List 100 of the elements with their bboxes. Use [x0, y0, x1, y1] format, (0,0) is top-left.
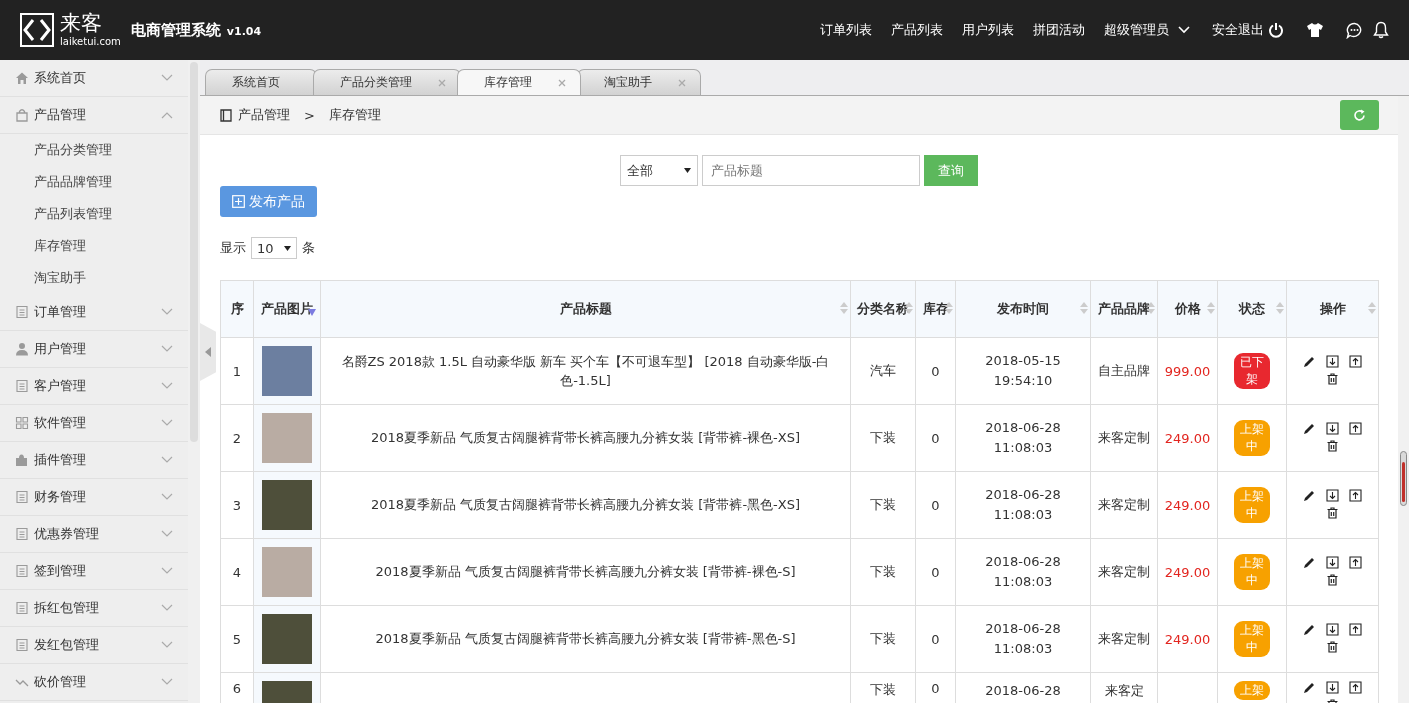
upload-icon[interactable] — [1349, 354, 1362, 368]
table-cell: 2018-06-28 11:08:03 — [955, 605, 1091, 673]
photo-placeholder — [262, 413, 312, 463]
upload-icon[interactable] — [1349, 421, 1362, 435]
book-icon — [220, 108, 232, 122]
download-icon[interactable] — [1326, 421, 1339, 435]
trash-icon[interactable] — [1327, 640, 1338, 653]
edit-icon[interactable] — [1303, 488, 1316, 502]
edit-icon[interactable] — [1303, 421, 1316, 435]
nav-link[interactable]: 产品列表 — [891, 21, 943, 39]
grid-icon — [15, 416, 29, 430]
chevron-down-icon[interactable] — [1178, 26, 1190, 34]
chat-icon[interactable] — [1346, 21, 1363, 39]
download-icon[interactable] — [1326, 555, 1339, 569]
bag-icon — [15, 108, 29, 122]
photo-placeholder — [262, 614, 312, 664]
table-cell: 2018-05-15 19:54:10 — [955, 337, 1091, 405]
edit-icon[interactable] — [1303, 681, 1316, 694]
table-cell: 249.00 — [1157, 605, 1218, 673]
column-header[interactable]: 产品品牌 — [1090, 280, 1158, 338]
refresh-icon — [1353, 108, 1366, 122]
edit-icon[interactable] — [1303, 354, 1316, 368]
edit-icon[interactable] — [1303, 555, 1316, 569]
document-icon — [15, 490, 29, 504]
table-cell: 自主品牌 — [1090, 337, 1158, 405]
table-cell: 2018夏季新品 气质复古阔腿裤背带长裤高腰九分裤女装 [背带裤-黑色-XS] — [320, 471, 851, 539]
column-header[interactable]: 发布时间 — [955, 280, 1091, 338]
chevron-down-icon — [161, 641, 173, 649]
power-icon[interactable] — [1268, 22, 1284, 38]
breadcrumb-link[interactable]: 库存管理 — [328, 106, 381, 124]
photo-placeholder — [262, 480, 312, 530]
person-icon — [15, 342, 29, 356]
table-cell: 3 — [220, 471, 254, 539]
scrollbar[interactable] — [188, 60, 200, 703]
status-badge: 上架中 — [1234, 487, 1270, 523]
status-badge: 上架中 — [1234, 621, 1270, 657]
table-cell: 6 — [220, 672, 254, 703]
table-cell: 2 — [220, 404, 254, 472]
download-icon[interactable] — [1326, 681, 1339, 694]
trash-icon[interactable] — [1327, 506, 1338, 519]
page-size-select[interactable]: 10 — [251, 237, 297, 259]
table-cell: 2018夏季新品 气质复古阔腿裤背带长裤高腰九分裤女装 [背带裤-裸色-XS] — [320, 404, 851, 472]
table-cell: 名爵ZS 2018款 1.5L 自动豪华版 新车 买个车【不可退车型】 [2018 自动豪华版-白色-1.5L] — [320, 337, 851, 405]
table-cell: 1 — [220, 337, 254, 405]
status-badge: 上架 — [1234, 681, 1270, 700]
user-menu[interactable]: 超级管理员 — [1104, 21, 1169, 39]
photo-placeholder — [262, 547, 312, 597]
download-icon[interactable] — [1326, 488, 1339, 502]
upload-icon[interactable] — [1349, 555, 1362, 569]
nav-link[interactable]: 拼团活动 — [1033, 21, 1085, 39]
home-icon — [15, 71, 29, 85]
breadcrumb-separator: > — [304, 107, 315, 123]
dropdown-icon — [284, 245, 291, 251]
chevron-down-icon — [161, 567, 173, 575]
column-header[interactable]: 库存 — [915, 280, 956, 338]
logo-icon — [20, 13, 54, 47]
upload-icon[interactable] — [1349, 488, 1362, 502]
puzzle-icon — [15, 453, 29, 467]
sidebar-subitem[interactable]: 产品品牌管理 — [0, 166, 188, 198]
shirt-icon[interactable] — [1306, 22, 1324, 38]
column-header[interactable]: 操作 — [1286, 280, 1379, 338]
trash-icon[interactable] — [1327, 372, 1338, 385]
trash-icon[interactable] — [1327, 439, 1338, 452]
nav-link[interactable]: 用户列表 — [962, 21, 1014, 39]
table-cell: 汽车 — [850, 337, 916, 405]
table-cell: 下装 — [850, 605, 916, 673]
column-header[interactable]: 产品标题 — [320, 280, 851, 338]
upload-icon[interactable] — [1349, 622, 1362, 636]
search-field[interactable]: 产品标题 — [702, 155, 920, 186]
dropdown-icon — [684, 168, 691, 173]
table-cell: 2018夏季新品 气质复古阔腿裤背带长裤高腰九分裤女装 [背带裤-裸色-S] — [320, 538, 851, 606]
page-size-label: 显示 — [220, 239, 246, 257]
table-cell: 0 — [915, 538, 956, 606]
sidebar-subitem[interactable]: 淘宝助手 — [0, 262, 188, 294]
status-badge: 上架中 — [1234, 554, 1270, 590]
column-header[interactable]: 序 — [220, 280, 254, 338]
download-icon[interactable] — [1326, 354, 1339, 368]
logo-domain: laiketui.com — [60, 37, 121, 47]
column-header[interactable]: 价格 — [1157, 280, 1218, 338]
breadcrumb-link[interactable]: 产品管理 — [238, 106, 290, 124]
table-cell: 0 — [915, 404, 956, 472]
table-cell: 0 — [915, 605, 956, 673]
sidebar-subitem[interactable]: 库存管理 — [0, 230, 188, 262]
trash-icon[interactable] — [1327, 573, 1338, 586]
table-cell: 4 — [220, 538, 254, 606]
chevron-down-icon — [161, 678, 173, 686]
download-icon[interactable] — [1326, 622, 1339, 636]
table-cell: 来客定制 — [1090, 605, 1158, 673]
category-select[interactable]: 全部 — [620, 155, 698, 186]
sidebar-subitem[interactable]: 产品列表管理 — [0, 198, 188, 230]
bell-icon[interactable] — [1373, 21, 1389, 39]
edit-icon[interactable] — [1303, 622, 1316, 636]
logout-link[interactable]: 安全退出 — [1212, 21, 1264, 39]
column-header[interactable]: 产品图片 — [253, 280, 321, 338]
nav-link[interactable]: 订单列表 — [820, 21, 872, 39]
upload-icon[interactable] — [1349, 681, 1362, 694]
photo-placeholder — [262, 346, 312, 396]
sidebar-subitem[interactable]: 产品分类管理 — [0, 134, 188, 166]
column-header[interactable]: 状态 — [1217, 280, 1287, 338]
tab[interactable]: 库存管理 — [457, 69, 581, 95]
